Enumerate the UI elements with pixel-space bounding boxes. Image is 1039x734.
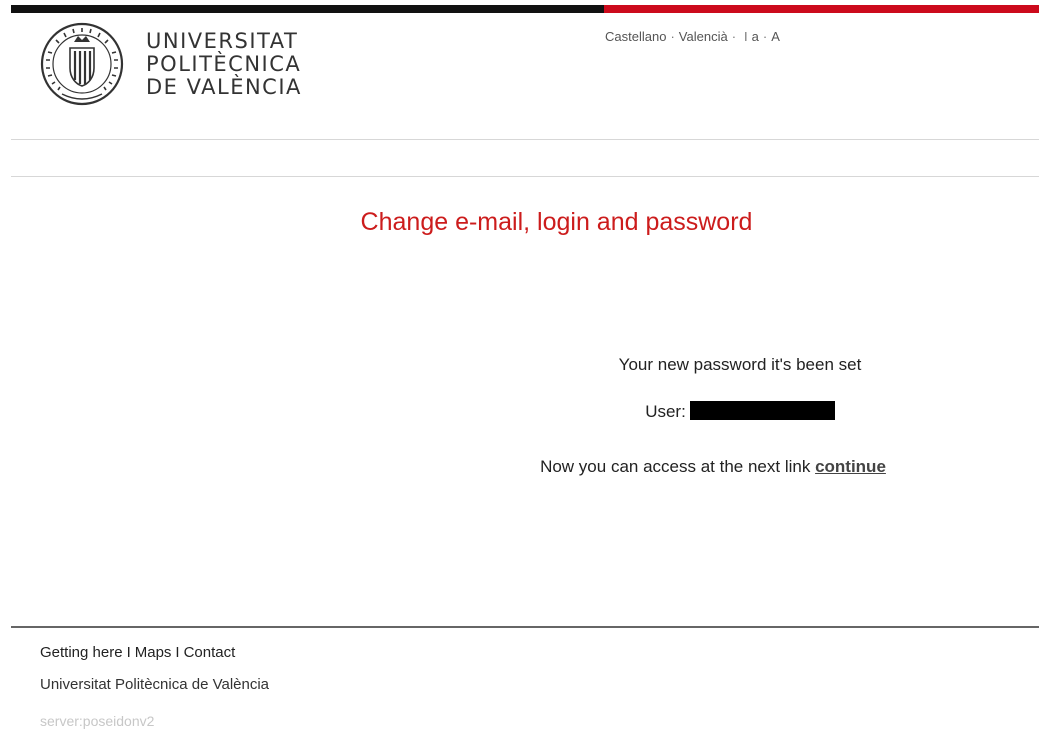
language-valencia-link[interactable]: Valencià xyxy=(679,29,728,44)
user-label: User: xyxy=(645,402,686,421)
university-seal-icon xyxy=(40,22,124,106)
language-selector: Castellano · Valencià · Ia · A xyxy=(605,29,780,44)
wordmark-line-3: DE VALÈNCIA xyxy=(146,75,302,99)
language-divider: I xyxy=(744,29,748,44)
footer-link-separator: I xyxy=(126,644,131,661)
top-color-bar xyxy=(11,5,1039,13)
top-bar-red-segment xyxy=(604,5,1039,13)
footer-link-maps[interactable]: Maps xyxy=(135,644,172,661)
footer-divider xyxy=(11,626,1039,628)
university-logo[interactable]: UNIVERSITAT POLITÈCNICA DE VALÈNCIA xyxy=(40,22,330,114)
footer-link-separator: I xyxy=(175,644,180,661)
language-separator: · xyxy=(670,29,675,44)
top-bar-dark-segment xyxy=(11,5,604,13)
access-row: Now you can access at the next link cont… xyxy=(393,457,1033,477)
language-castellano-link[interactable]: Castellano xyxy=(605,29,666,44)
password-set-message: Your new password it's been set xyxy=(618,355,862,374)
access-text: Now you can access at the next link xyxy=(540,457,811,476)
footer-server-info: server:poseidonv2 xyxy=(40,713,155,729)
page-title: Change e-mail, login and password xyxy=(360,208,753,236)
language-separator: · xyxy=(762,29,768,44)
redacted-username xyxy=(689,401,835,420)
university-wordmark: UNIVERSITAT POLITÈCNICA DE VALÈNCIA xyxy=(146,30,302,99)
footer-link-getting-here[interactable]: Getting here xyxy=(40,644,123,661)
footer-link-contact[interactable]: Contact xyxy=(184,644,236,661)
language-separator: · xyxy=(731,29,737,44)
footer-links: Getting here I Maps I Contact xyxy=(40,644,235,661)
footer-university-name: Universitat Politècnica de València xyxy=(40,676,270,693)
user-row: User: xyxy=(440,401,1039,422)
font-size-small-link[interactable]: a xyxy=(752,29,759,44)
nav-divider xyxy=(11,176,1039,177)
header-divider xyxy=(11,139,1039,140)
font-size-large-link[interactable]: A xyxy=(771,29,780,44)
continue-link[interactable]: continue xyxy=(815,457,886,476)
wordmark-line-1: UNIVERSITAT xyxy=(146,29,299,53)
wordmark-line-2: POLITÈCNICA xyxy=(146,52,302,76)
page: UNIVERSITAT POLITÈCNICA DE VALÈNCIA Cast… xyxy=(0,0,1039,734)
